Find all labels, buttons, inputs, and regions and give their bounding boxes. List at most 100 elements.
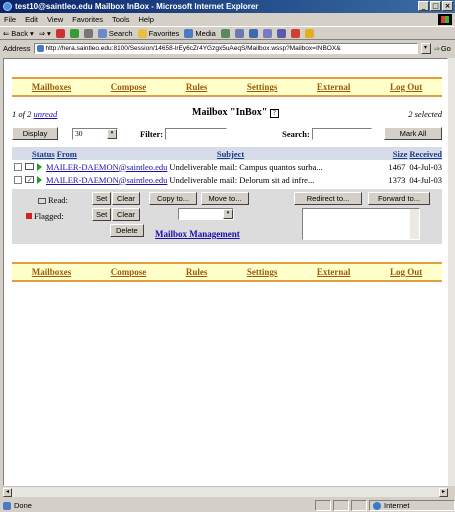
- mail-icon[interactable]: [234, 28, 244, 38]
- flagged-clear-button[interactable]: Clear: [112, 208, 140, 221]
- mailbox-header: 1 of 2 unread Mailbox "InBox" ? 2 select…: [12, 106, 442, 122]
- nav-settings[interactable]: Settings: [247, 82, 278, 92]
- col-from[interactable]: From: [57, 149, 77, 159]
- arrow-icon: [37, 175, 42, 184]
- scroll-right-icon[interactable]: ▸: [439, 488, 448, 497]
- menu-edit[interactable]: Edit: [25, 15, 38, 24]
- count-dropdown-icon: ▾: [107, 128, 117, 139]
- favorites-icon: [137, 28, 147, 38]
- nav-mailboxes[interactable]: Mailboxes: [32, 82, 72, 92]
- home-icon[interactable]: [83, 28, 93, 38]
- mark-all-button[interactable]: Mark All: [384, 127, 442, 140]
- mailbox-management-link[interactable]: Mailbox Management: [155, 229, 240, 239]
- menu-help[interactable]: Help: [139, 15, 154, 24]
- page-count: 1 of 2 unread: [12, 109, 58, 119]
- message-subject[interactable]: Undeliverable mail: Campus quantos surba…: [169, 162, 333, 172]
- close-button[interactable]: ×: [442, 1, 453, 11]
- delete-button[interactable]: Delete: [110, 224, 144, 237]
- go-button[interactable]: ⇒ Go: [434, 44, 451, 53]
- target-dropdown-icon: ▾: [223, 209, 233, 219]
- textarea-scrollbar[interactable]: [410, 209, 419, 239]
- maximize-button[interactable]: □: [430, 1, 441, 11]
- vertical-scrollbar[interactable]: [448, 58, 455, 486]
- redirect-to-button[interactable]: Redirect to...: [294, 192, 362, 205]
- nav-logout[interactable]: Log Out: [390, 82, 422, 92]
- forward-to-button[interactable]: Forward to...: [368, 192, 430, 205]
- actions-panel: Read: Set Clear Flagged: Set Clear Delet…: [12, 189, 442, 244]
- address-url: http://hera.saintleo.edu:8100/Session/14…: [45, 44, 341, 52]
- envelope-open-icon: [25, 163, 34, 170]
- horizontal-scrollbar[interactable]: ◂ ▸: [3, 486, 448, 497]
- messenger-icon[interactable]: [290, 28, 300, 38]
- search-input[interactable]: [311, 127, 372, 140]
- message-received: 04-Jul-03: [409, 161, 442, 172]
- menu-tools[interactable]: Tools: [112, 15, 130, 24]
- col-size[interactable]: Size: [393, 149, 408, 159]
- read-set-button[interactable]: Set: [92, 192, 112, 205]
- back-button[interactable]: ⇐ Back ▾: [3, 29, 34, 38]
- status-bar: Done Internet: [0, 499, 455, 512]
- nav-mailboxes-bottom[interactable]: Mailboxes: [32, 267, 72, 277]
- address-textarea[interactable]: [302, 208, 420, 240]
- message-size: 1373: [388, 174, 406, 185]
- table-row[interactable]: ✓ MAILER-DAEMON@saintleo.edu Undeliverab…: [12, 173, 442, 186]
- message-from-link[interactable]: MAILER-DAEMON@saintleo.edu: [46, 175, 167, 185]
- refresh-icon[interactable]: [69, 28, 79, 38]
- nav-rules-bottom[interactable]: Rules: [186, 267, 208, 277]
- nav-settings-bottom[interactable]: Settings: [247, 267, 278, 277]
- favorites-button[interactable]: Favorites: [137, 28, 179, 38]
- nav-external[interactable]: External: [317, 82, 351, 92]
- col-status[interactable]: Status: [32, 149, 55, 159]
- nav-external-bottom[interactable]: External: [317, 267, 351, 277]
- flagged-set-button[interactable]: Set: [92, 208, 112, 221]
- minimize-button[interactable]: _: [418, 1, 429, 11]
- discuss-icon[interactable]: [276, 28, 286, 38]
- stop-icon[interactable]: [55, 28, 65, 38]
- menu-favorites[interactable]: Favorites: [72, 15, 103, 24]
- col-received[interactable]: Received: [409, 149, 442, 159]
- nav-compose-bottom[interactable]: Compose: [111, 267, 147, 277]
- status-text: Done: [14, 501, 32, 510]
- menu-view[interactable]: View: [47, 15, 63, 24]
- copy-to-button[interactable]: Copy to...: [149, 192, 197, 205]
- forward-button[interactable]: ⇒ ▾: [39, 29, 51, 38]
- webmail-content: Mailboxes Compose Rules Settings Externa…: [12, 77, 442, 282]
- count-select[interactable]: 30 ▾: [72, 127, 118, 140]
- help-icon[interactable]: ?: [269, 109, 279, 118]
- search-label: Search:: [282, 128, 310, 139]
- row-checkbox[interactable]: [14, 162, 22, 171]
- plugin-icon[interactable]: [304, 28, 314, 38]
- nav-logout-bottom[interactable]: Log Out: [390, 267, 422, 277]
- move-to-button[interactable]: Move to...: [201, 192, 249, 205]
- status-cell: [351, 500, 367, 511]
- status-cell: [315, 500, 331, 511]
- message-subject[interactable]: Undeliverable mail: Delorum sit ad infre…: [169, 175, 333, 185]
- address-dropdown-icon[interactable]: ▾: [420, 42, 431, 54]
- scroll-left-icon[interactable]: ◂: [3, 488, 12, 497]
- menu-file[interactable]: File: [4, 15, 16, 24]
- unread-link[interactable]: unread: [34, 109, 58, 119]
- media-icon: [184, 28, 194, 38]
- print-icon[interactable]: [248, 28, 258, 38]
- target-mailbox-select[interactable]: ▾: [178, 208, 234, 220]
- filter-input[interactable]: [165, 127, 228, 140]
- message-from-link[interactable]: MAILER-DAEMON@saintleo.edu: [46, 162, 167, 172]
- edit-icon[interactable]: [262, 28, 272, 38]
- table-row[interactable]: MAILER-DAEMON@saintleo.edu Undeliverable…: [12, 160, 442, 173]
- windows-logo-icon: [438, 14, 452, 25]
- nav-rules[interactable]: Rules: [186, 82, 208, 92]
- address-input[interactable]: http://hera.saintleo.edu:8100/Session/14…: [33, 42, 418, 54]
- message-list-header: Status From Subject Size Received: [12, 147, 442, 160]
- col-subject[interactable]: Subject: [217, 149, 244, 159]
- row-checkbox[interactable]: [14, 175, 22, 184]
- read-clear-button[interactable]: Clear: [112, 192, 140, 205]
- security-zone: Internet: [369, 500, 455, 511]
- search-button[interactable]: Search: [97, 28, 133, 38]
- arrow-icon: [37, 162, 42, 171]
- back-dropdown-icon: ▾: [29, 28, 34, 38]
- media-button[interactable]: Media: [184, 28, 216, 38]
- history-icon[interactable]: [220, 28, 230, 38]
- display-button[interactable]: Display: [12, 127, 58, 140]
- nav-compose[interactable]: Compose: [111, 82, 147, 92]
- top-navbar: Mailboxes Compose Rules Settings Externa…: [12, 77, 442, 97]
